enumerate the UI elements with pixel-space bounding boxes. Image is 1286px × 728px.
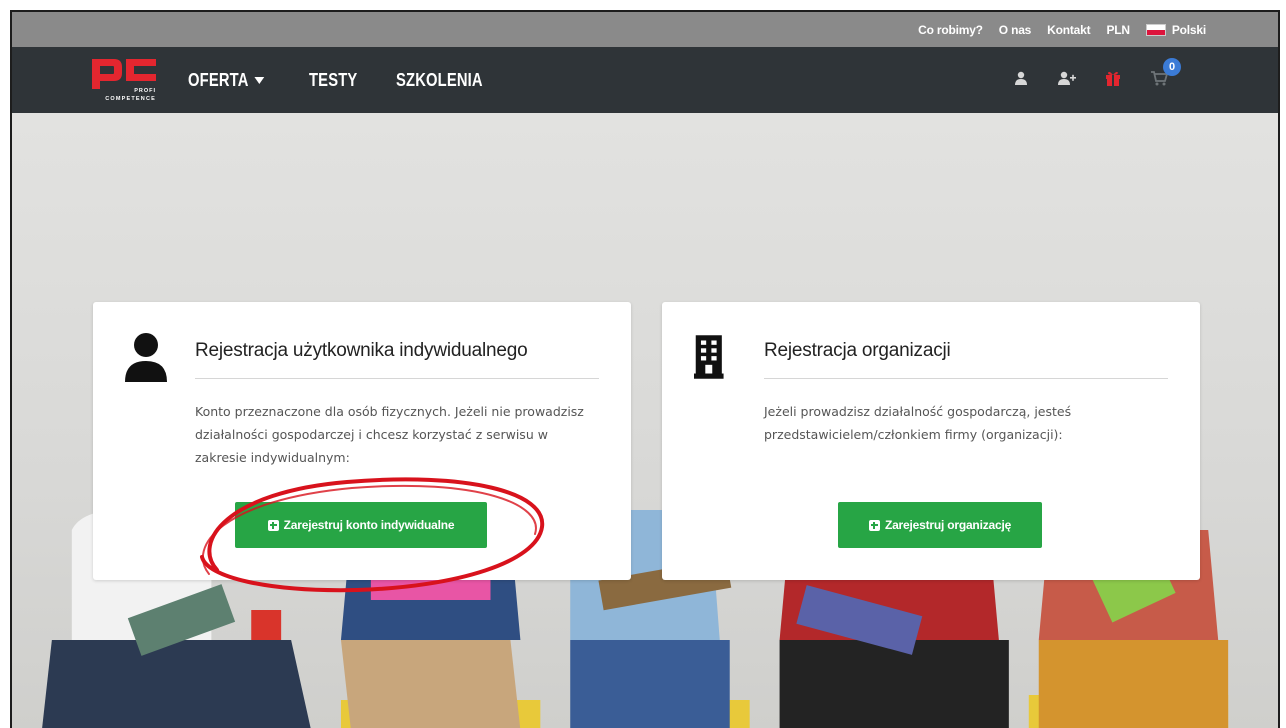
cart-icon[interactable]: 0: [1146, 58, 1181, 91]
browser-frame: Co robimy? O nas Kontakt PLN Polski PROF…: [10, 10, 1280, 728]
main-navbar: PROFI COMPETENCE OFERTA TESTY SZKOLENIA: [12, 47, 1278, 113]
svg-text:COMPETENCE: COMPETENCE: [105, 96, 156, 102]
cart-count-badge: 0: [1163, 58, 1181, 76]
register-organization-button[interactable]: Zarejestruj organizację: [838, 502, 1042, 548]
organization-card-title: Rejestracja organizacji: [764, 340, 951, 361]
nav-szkolenia[interactable]: SZKOLENIA: [396, 70, 483, 91]
register-individual-button[interactable]: Zarejestruj konto indywidualne: [235, 502, 487, 548]
language-label: Polski: [1171, 22, 1206, 37]
plus-square-icon: [267, 519, 279, 531]
divider: [195, 378, 599, 379]
language-selector[interactable]: Polski: [1145, 22, 1206, 37]
register-individual-label: Zarejestruj konto indywidualne: [283, 518, 455, 532]
organization-card-description: Jeżeli prowadzisz działalność gospodarcz…: [764, 404, 1072, 442]
link-co-robimy[interactable]: Co robimy?: [918, 23, 983, 37]
link-o-nas[interactable]: O nas: [999, 23, 1032, 37]
nav-oferta-label: OFERTA: [188, 69, 249, 90]
utility-bar: Co robimy? O nas Kontakt PLN Polski: [12, 12, 1278, 47]
profi-competence-logo[interactable]: PROFI COMPETENCE: [90, 55, 160, 105]
divider: [764, 378, 1168, 379]
nav-icons: 0: [1008, 58, 1181, 91]
polish-flag-icon: [1145, 23, 1166, 36]
plus-square-icon: [868, 519, 880, 531]
building-icon: [694, 335, 724, 379]
user-icon[interactable]: [1008, 65, 1034, 91]
individual-card-title: Rejestracja użytkownika indywidualnego: [195, 340, 528, 361]
organization-registration-card: Rejestracja organizacji Jeżeli prowadzis…: [662, 302, 1200, 580]
chevron-down-icon: [254, 76, 265, 84]
svg-text:PROFI: PROFI: [134, 88, 156, 94]
currency-selector[interactable]: PLN: [1106, 23, 1130, 37]
nav-testy[interactable]: TESTY: [309, 70, 357, 91]
individual-card-description: Konto przeznaczone dla osób fizycznych. …: [195, 404, 584, 465]
nav-oferta[interactable]: OFERTA: [188, 69, 265, 91]
primary-nav: OFERTA TESTY SZKOLENIA: [188, 47, 502, 113]
user-icon: [125, 333, 167, 382]
individual-registration-card: Rejestracja użytkownika indywidualnego K…: [93, 302, 631, 580]
gift-icon[interactable]: [1100, 65, 1126, 91]
user-plus-icon[interactable]: [1054, 65, 1080, 91]
register-organization-label: Zarejestruj organizację: [884, 518, 1012, 532]
link-kontakt[interactable]: Kontakt: [1047, 23, 1090, 37]
